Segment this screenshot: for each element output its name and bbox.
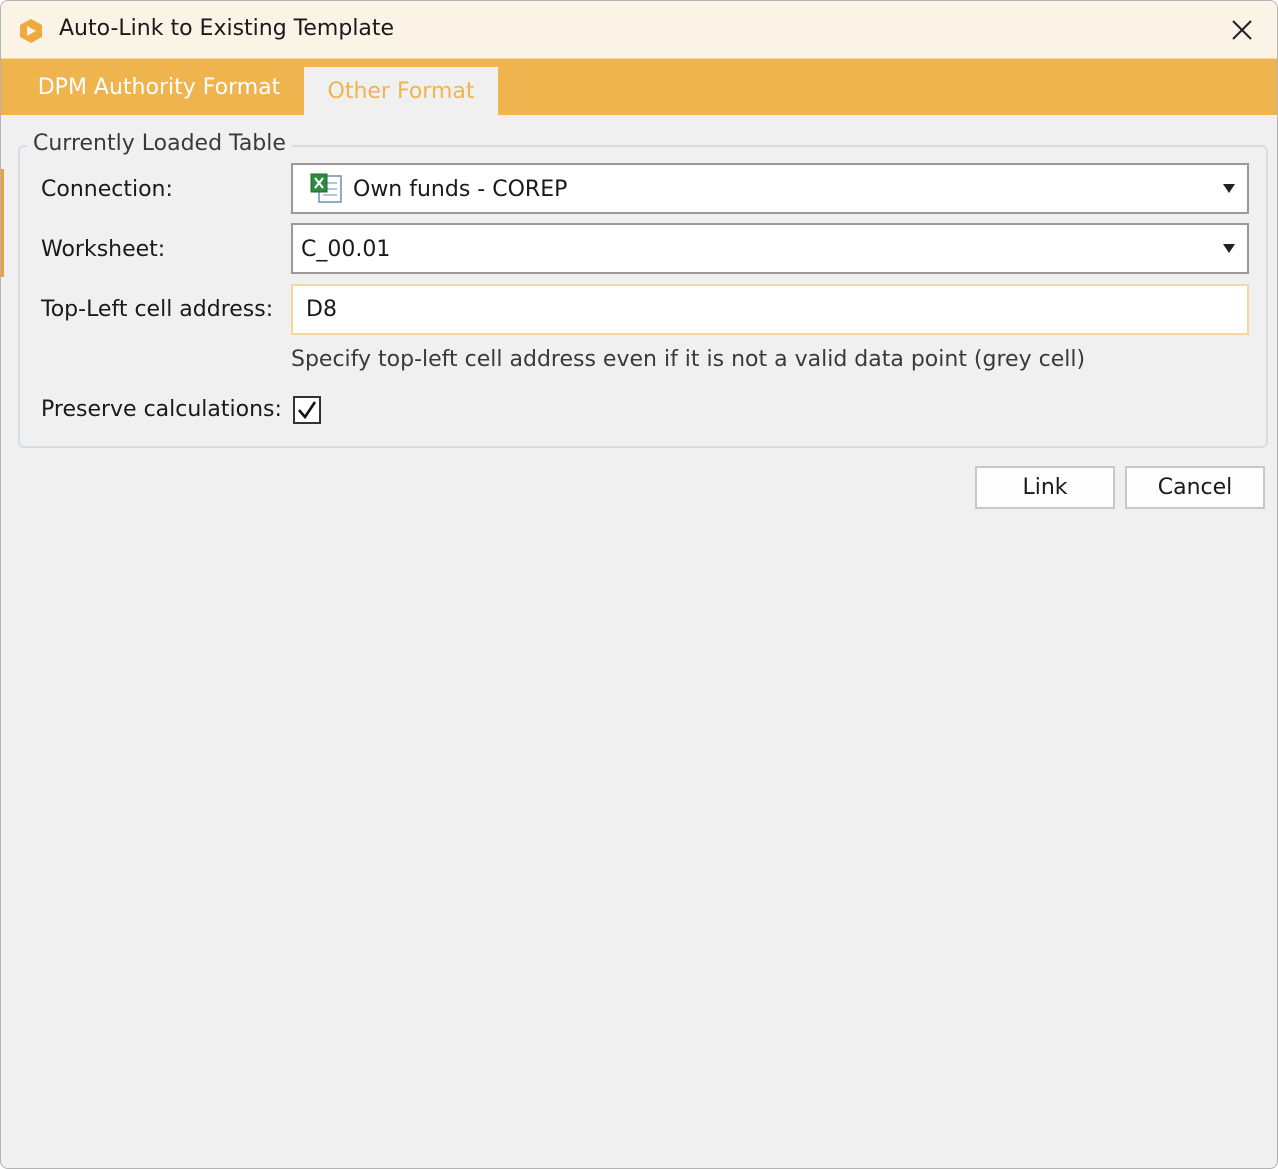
close-icon <box>1232 20 1252 40</box>
worksheet-value: C_00.01 <box>301 237 391 262</box>
top-left-cell-label: Top-Left cell address: <box>41 297 274 322</box>
tab-other-format[interactable]: Other Format <box>304 67 498 115</box>
chevron-down-icon <box>1223 244 1235 253</box>
excel-icon <box>310 173 342 203</box>
window-title: Auto-Link to Existing Template <box>59 16 395 41</box>
title-bar: Auto-Link to Existing Template <box>1 1 1277 59</box>
preserve-calculations-checkbox[interactable] <box>293 396 321 424</box>
close-button[interactable] <box>1207 1 1277 59</box>
checkmark-icon <box>298 401 317 420</box>
connection-label: Connection: <box>41 177 173 202</box>
preserve-calculations-label: Preserve calculations: <box>41 397 282 422</box>
worksheet-label: Worksheet: <box>41 237 166 262</box>
cancel-button[interactable]: Cancel <box>1125 466 1265 509</box>
top-left-cell-hint: Specify top-left cell address even if it… <box>291 347 1086 372</box>
group-title: Currently Loaded Table <box>27 131 292 156</box>
connection-value: Own funds - COREP <box>353 177 568 202</box>
connection-dropdown[interactable]: Own funds - COREP <box>291 163 1249 214</box>
link-button[interactable]: Link <box>975 466 1115 509</box>
top-left-cell-input[interactable] <box>291 284 1249 335</box>
worksheet-dropdown[interactable]: C_00.01 <box>291 223 1249 274</box>
chevron-down-icon <box>1223 184 1235 193</box>
tab-dpm-authority-format[interactable]: DPM Authority Format <box>19 59 299 115</box>
dialog-window: Auto-Link to Existing Template DPM Autho… <box>0 0 1278 1169</box>
app-logo-icon <box>20 19 42 43</box>
tab-strip: DPM Authority Format Other Format <box>1 59 1277 115</box>
side-accent <box>1 169 4 277</box>
